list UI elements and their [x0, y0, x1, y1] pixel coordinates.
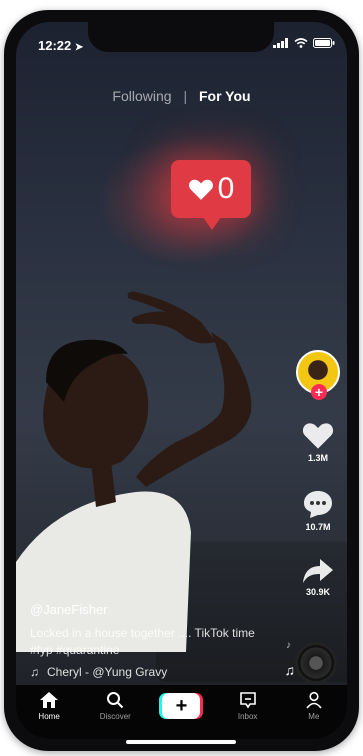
follow-button[interactable]: +: [311, 384, 327, 400]
nav-discover[interactable]: Discover: [87, 691, 143, 721]
status-time-text: 12:22: [38, 38, 72, 53]
share-icon[interactable]: [302, 558, 334, 584]
video-description: Locked in a house together .... TikTok t…: [30, 626, 255, 657]
status-icons: [273, 38, 335, 48]
home-icon[interactable]: [39, 691, 59, 709]
video-screen[interactable]: 12:22 ➤ Following | For You 0 + 1.3M 10.…: [16, 22, 347, 739]
comment-icon[interactable]: [302, 489, 334, 519]
feed-tabs: Following | For You: [16, 88, 347, 104]
nav-home[interactable]: Home: [21, 691, 77, 721]
sound-disc[interactable]: [295, 642, 337, 684]
heart-icon[interactable]: [301, 420, 335, 450]
like-notification-bubble: 0: [171, 160, 251, 230]
creator-username[interactable]: @JaneFisher: [30, 602, 280, 617]
search-icon[interactable]: [106, 691, 124, 709]
sound-row[interactable]: ♫ Cheryl - @Yung Gravy: [30, 665, 280, 679]
nav-discover-label: Discover: [99, 712, 131, 721]
create-button[interactable]: +: [162, 693, 201, 719]
wifi-icon: [294, 38, 308, 48]
comment-action[interactable]: 10.7M: [302, 489, 334, 532]
tab-following[interactable]: Following: [112, 88, 171, 104]
status-time: 12:22 ➤: [38, 38, 83, 53]
battery-icon: [313, 38, 335, 48]
location-arrow-icon: ➤: [74, 42, 84, 53]
sound-title[interactable]: Cheryl - @Yung Gravy: [47, 665, 167, 679]
phone-frame: 12:22 ➤ Following | For You 0 + 1.3M 10.…: [4, 10, 359, 751]
nav-home-label: Home: [38, 712, 60, 721]
tab-for-you[interactable]: For You: [199, 88, 251, 104]
video-caption: @JaneFisher Locked in a house together .…: [30, 602, 280, 679]
video-person-illustration: [16, 291, 252, 652]
creator-avatar[interactable]: +: [296, 350, 340, 400]
music-note-icon: ♫: [30, 665, 39, 679]
nav-inbox[interactable]: Inbox: [220, 691, 276, 721]
like-count: 1.3M: [307, 453, 328, 463]
profile-icon[interactable]: [305, 691, 323, 709]
nav-me[interactable]: Me: [286, 691, 342, 721]
tab-separator: |: [183, 88, 188, 104]
music-note-icon: ♫: [284, 662, 296, 678]
nav-inbox-label: Inbox: [237, 712, 258, 721]
comment-count: 10.7M: [305, 522, 331, 532]
home-indicator[interactable]: [126, 740, 236, 744]
action-rail: + 1.3M 10.7M 30.9K: [295, 350, 341, 597]
share-action[interactable]: 30.9K: [302, 558, 334, 597]
share-count: 30.9K: [305, 587, 331, 597]
like-action[interactable]: 1.3M: [301, 420, 335, 463]
like-bubble-count: 0: [217, 172, 235, 205]
inbox-icon[interactable]: [239, 691, 257, 709]
bottom-nav: Home Discover + Inbox Me: [16, 685, 347, 739]
signal-icon: [273, 38, 288, 48]
nav-me-label: Me: [308, 712, 320, 721]
notch: [88, 22, 274, 52]
music-note-icon: ♪: [286, 640, 291, 651]
nav-create[interactable]: +: [153, 691, 209, 719]
heart-icon: [188, 179, 213, 200]
